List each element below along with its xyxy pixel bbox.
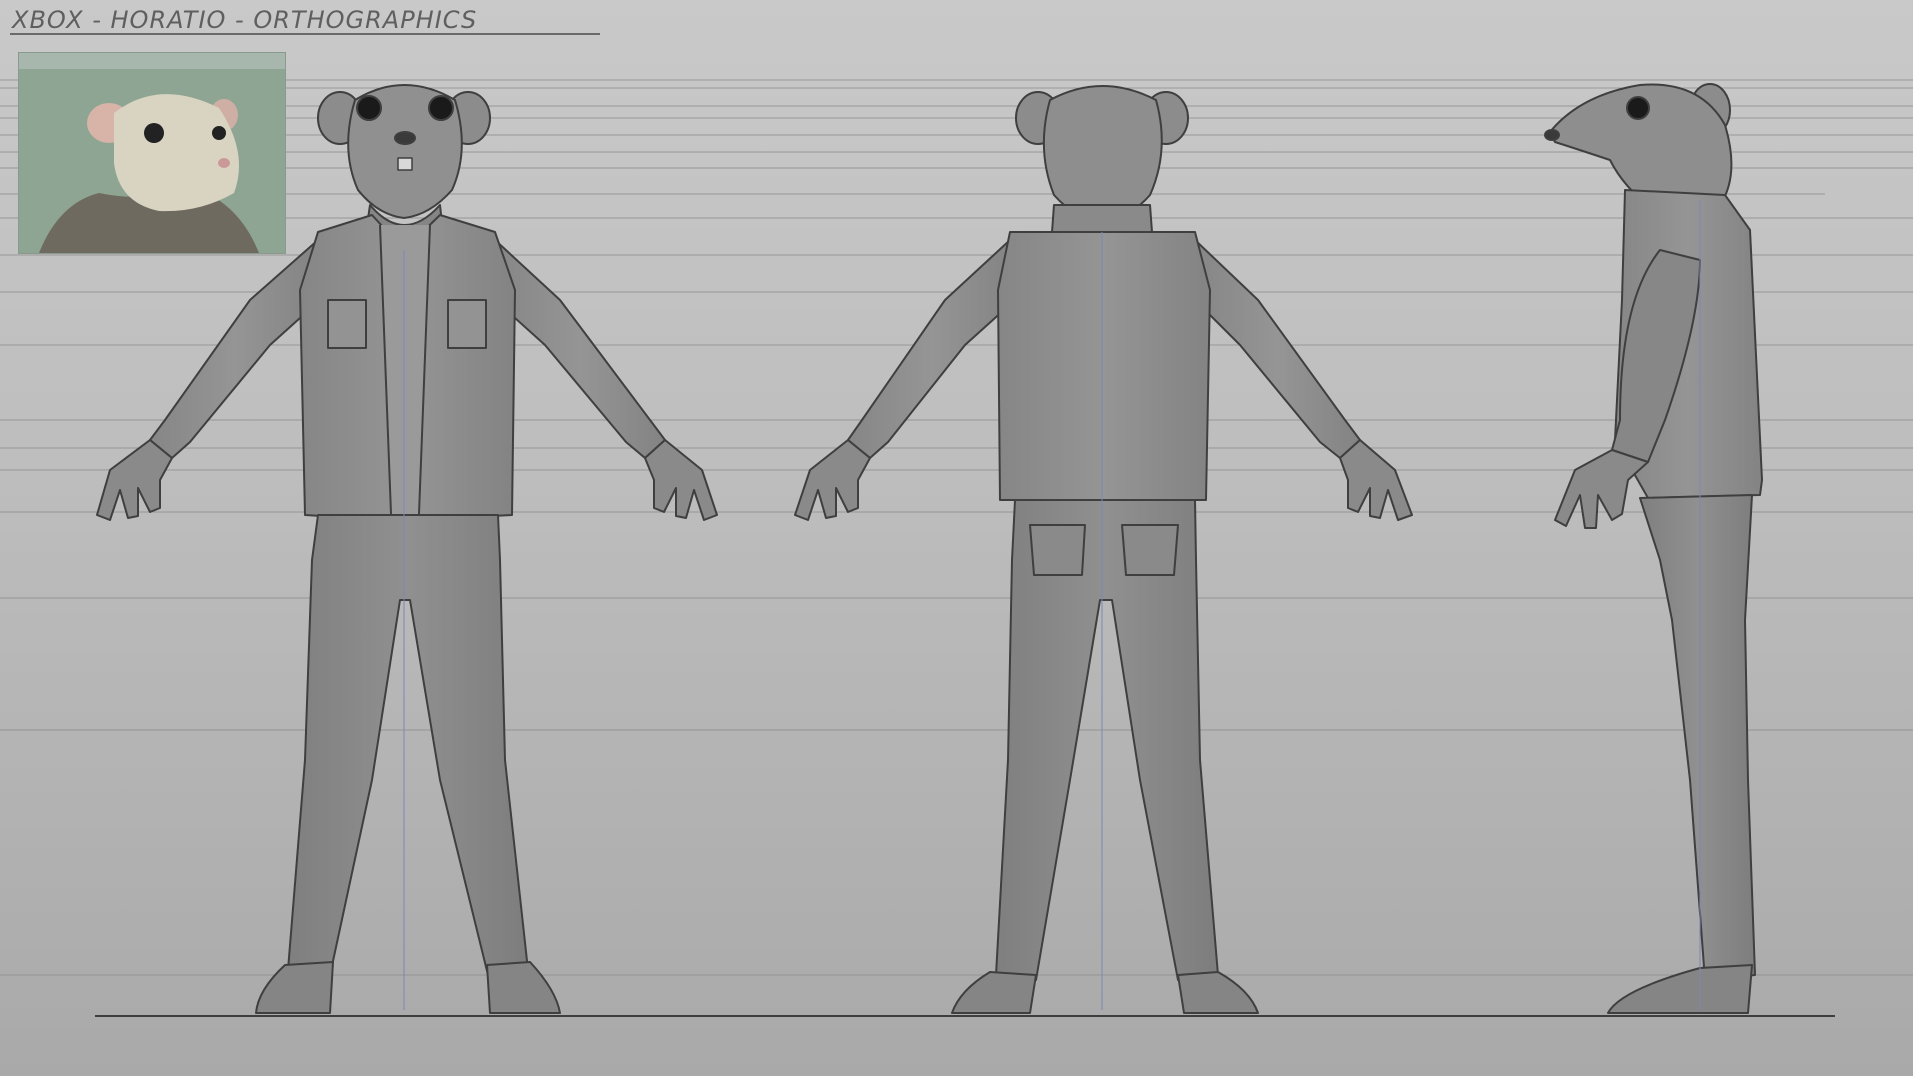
shoe-left <box>255 961 334 1014</box>
pocket-right <box>447 299 487 349</box>
nose <box>394 131 416 145</box>
orthographic-sheet <box>0 33 1913 1017</box>
pants <box>287 514 529 976</box>
pants-back <box>995 499 1219 981</box>
reference-photo <box>18 52 286 254</box>
collar <box>1051 204 1153 233</box>
photo-nose <box>218 158 230 168</box>
photo-rat-head <box>114 94 239 212</box>
hand-left <box>96 439 173 521</box>
photo-eye-right <box>212 126 226 140</box>
arm-right <box>494 239 666 459</box>
hand-right <box>1339 439 1413 521</box>
eye <box>1626 96 1650 120</box>
pocket-left <box>327 299 367 349</box>
shoe-left <box>951 971 1037 1014</box>
rat-reference-photo <box>19 53 285 253</box>
eye-right <box>428 95 454 121</box>
jacket-back <box>997 231 1211 501</box>
arm-left <box>847 239 1016 459</box>
rat-character-back-view <box>794 85 1413 1014</box>
teeth <box>397 157 413 171</box>
shoe-right <box>486 961 561 1014</box>
photo-eye-left <box>144 123 164 143</box>
arm-right <box>1194 239 1361 459</box>
nose <box>1544 129 1560 141</box>
eye-left <box>356 95 382 121</box>
hand-left <box>794 439 871 521</box>
photo-wall <box>19 53 285 69</box>
hand-side <box>1554 449 1649 529</box>
arm-left <box>149 239 321 459</box>
back-pocket-right <box>1121 524 1179 576</box>
rat-character-side-view <box>1544 83 1763 1014</box>
pants-side <box>1639 494 1756 981</box>
sheet-title: XBOX - HORATIO - ORTHOGRAPHICS <box>12 6 478 34</box>
hand-right <box>644 439 718 521</box>
shoe-right <box>1177 971 1259 1014</box>
head-back <box>1042 85 1163 221</box>
back-pocket-left <box>1029 524 1086 576</box>
shoe-side <box>1607 964 1753 1014</box>
